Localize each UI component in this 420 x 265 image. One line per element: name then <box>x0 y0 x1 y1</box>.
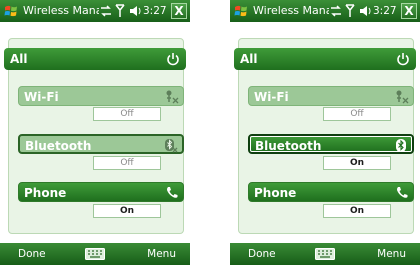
wifi-state: Off <box>323 107 391 121</box>
bluetooth-icon <box>396 139 406 152</box>
wifi-label: Wi-Fi <box>24 90 59 104</box>
power-icon <box>167 53 179 66</box>
menu-softkey[interactable]: Menu <box>377 243 406 265</box>
phone-label: Phone <box>254 186 297 200</box>
phone-icon <box>397 187 408 198</box>
done-softkey[interactable]: Done <box>248 243 276 265</box>
phone-screen-right: Wireless Manag 3:27 X All Wi-Fi <box>230 0 420 265</box>
wireless-manager-content: All Wi-Fi Off Bluetooth Off Phone On <box>0 22 190 243</box>
phone-toggle[interactable]: Phone <box>18 182 184 202</box>
phone-label: Phone <box>24 186 67 200</box>
clock: 3:27 <box>373 5 397 17</box>
softkey-bar: Done Menu <box>0 243 190 265</box>
wifi-state: Off <box>93 107 161 121</box>
signal-antenna-icon <box>345 4 355 17</box>
wifi-label: Wi-Fi <box>254 90 289 104</box>
phone-icon <box>167 187 178 198</box>
close-button[interactable]: X <box>401 3 417 19</box>
power-icon <box>397 53 409 66</box>
volume-icon <box>360 6 371 16</box>
bluetooth-toggle[interactable]: Bluetooth <box>248 134 414 154</box>
signal-antenna-icon <box>115 4 125 17</box>
bluetooth-toggle[interactable]: Bluetooth <box>18 134 184 154</box>
phone-screen-left: Wireless Manag 3:27 X All Wi-Fi <box>0 0 190 265</box>
wifi-toggle[interactable]: Wi-Fi <box>248 86 414 106</box>
wireless-manager-content: All Wi-Fi Off Bluetooth On Phone On <box>230 22 420 243</box>
bluetooth-label: Bluetooth <box>25 139 92 153</box>
keyboard-icon[interactable] <box>85 248 105 260</box>
bluetooth-state: Off <box>93 156 161 170</box>
all-radios-toggle[interactable]: All <box>234 48 416 70</box>
phone-state: On <box>93 204 161 218</box>
all-radios-toggle[interactable]: All <box>4 48 186 70</box>
done-softkey[interactable]: Done <box>18 243 46 265</box>
wifi-disabled-icon <box>396 90 409 104</box>
close-button[interactable]: X <box>171 3 187 19</box>
title-bar: Wireless Manag 3:27 X <box>230 0 420 22</box>
windows-start-icon[interactable] <box>233 3 249 19</box>
phone-state: On <box>323 204 391 218</box>
phone-toggle[interactable]: Phone <box>248 182 414 202</box>
title-bar: Wireless Manag 3:27 X <box>0 0 190 22</box>
all-label: All <box>240 52 258 66</box>
keyboard-icon[interactable] <box>315 248 335 260</box>
bluetooth-label: Bluetooth <box>255 139 322 153</box>
app-title: Wireless Manag <box>23 4 99 17</box>
softkey-bar: Done Menu <box>230 243 420 265</box>
windows-start-icon[interactable] <box>3 3 19 19</box>
wifi-toggle[interactable]: Wi-Fi <box>18 86 184 106</box>
clock: 3:27 <box>143 5 167 17</box>
bluetooth-disabled-icon <box>165 139 178 153</box>
connectivity-icon <box>331 5 341 17</box>
bluetooth-state: On <box>323 156 391 170</box>
volume-icon <box>130 6 141 16</box>
menu-softkey[interactable]: Menu <box>147 243 176 265</box>
wifi-disabled-icon <box>166 90 179 104</box>
all-label: All <box>10 52 28 66</box>
connectivity-icon <box>101 5 111 17</box>
app-title: Wireless Manag <box>253 4 329 17</box>
